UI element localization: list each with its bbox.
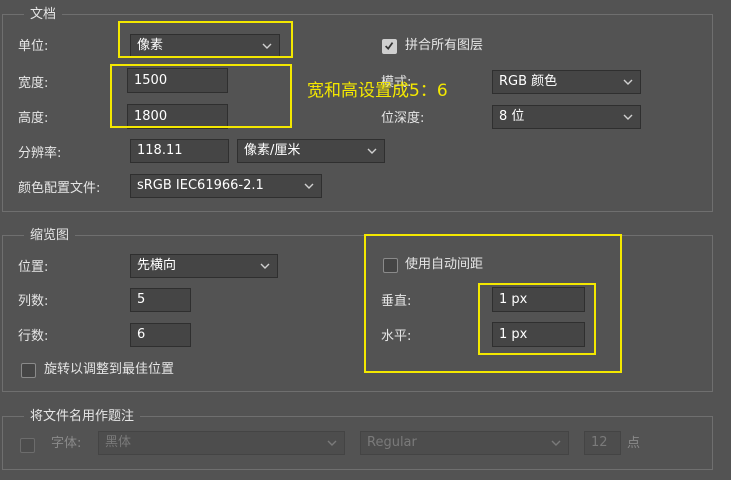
font-value: 黑体 xyxy=(105,435,132,450)
chevron-down-icon xyxy=(623,79,633,85)
font-label: 字体: xyxy=(51,436,82,451)
horizontal-input[interactable]: 1 px xyxy=(492,322,585,347)
auto-spacing-label: 使用自动间距 xyxy=(405,257,484,272)
font-dropdown[interactable]: 黑体 xyxy=(98,431,345,455)
rows-label: 行数: xyxy=(18,329,49,344)
unit-label: 单位: xyxy=(18,39,49,54)
position-dropdown[interactable]: 先横向 xyxy=(130,254,278,278)
caption-legend: 将文件名用作题注 xyxy=(24,409,141,425)
resolution-unit-dropdown[interactable]: 像素/厘米 xyxy=(237,139,385,163)
columns-input[interactable]: 5 xyxy=(130,288,191,312)
rotate-checkbox[interactable] xyxy=(21,363,36,378)
unit-dropdown[interactable]: 像素 xyxy=(130,34,280,58)
bit-depth-value: 8 位 xyxy=(499,109,525,124)
bit-depth-dropdown[interactable]: 8 位 xyxy=(492,105,641,129)
bit-depth-label: 位深度: xyxy=(381,111,425,126)
color-profile-label: 颜色配置文件: xyxy=(18,181,101,196)
auto-spacing-checkbox[interactable] xyxy=(383,258,398,273)
color-profile-dropdown[interactable]: sRGB IEC61966-2.1 xyxy=(130,174,322,198)
chevron-down-icon xyxy=(262,43,272,49)
rows-input[interactable]: 6 xyxy=(130,323,191,347)
columns-label: 列数: xyxy=(18,294,49,309)
chevron-down-icon xyxy=(623,114,633,120)
color-profile-value: sRGB IEC61966-2.1 xyxy=(137,178,264,193)
thumbnail-legend: 缩览图 xyxy=(24,228,76,244)
resolution-unit-value: 像素/厘米 xyxy=(244,143,301,158)
resolution-input[interactable]: 118.11 xyxy=(130,139,229,163)
caption-checkbox[interactable] xyxy=(20,438,35,453)
chevron-down-icon xyxy=(260,263,270,269)
flatten-layers-label: 拼合所有图层 xyxy=(405,38,484,53)
position-label: 位置: xyxy=(18,260,49,275)
font-style-value: Regular xyxy=(367,435,417,450)
mode-value: RGB 颜色 xyxy=(499,74,558,89)
horizontal-label: 水平: xyxy=(381,329,412,344)
height-input[interactable]: 1800 xyxy=(127,104,228,129)
mode-dropdown[interactable]: RGB 颜色 xyxy=(492,70,641,94)
position-value: 先横向 xyxy=(137,258,177,273)
chevron-down-icon xyxy=(367,148,377,154)
font-size-input[interactable]: 12 xyxy=(584,431,621,455)
resolution-label: 分辨率: xyxy=(18,146,62,161)
font-style-dropdown[interactable]: Regular xyxy=(360,431,569,455)
rotate-label: 旋转以调整到最佳位置 xyxy=(44,362,175,377)
vertical-label: 垂直: xyxy=(381,294,412,309)
chevron-down-icon xyxy=(551,440,561,446)
height-label: 高度: xyxy=(18,111,49,126)
width-label: 宽度: xyxy=(18,76,49,91)
width-input[interactable]: 1500 xyxy=(127,68,228,93)
vertical-input[interactable]: 1 px xyxy=(492,287,585,312)
unit-value: 像素 xyxy=(137,38,164,53)
document-legend: 文档 xyxy=(24,7,63,23)
chevron-down-icon xyxy=(327,440,337,446)
font-size-unit: 点 xyxy=(627,436,641,451)
chevron-down-icon xyxy=(304,183,314,189)
annotation-text: 宽和高设置成5：6 xyxy=(307,81,448,101)
flatten-layers-checkbox[interactable] xyxy=(382,39,397,54)
checkmark-icon xyxy=(384,42,394,51)
